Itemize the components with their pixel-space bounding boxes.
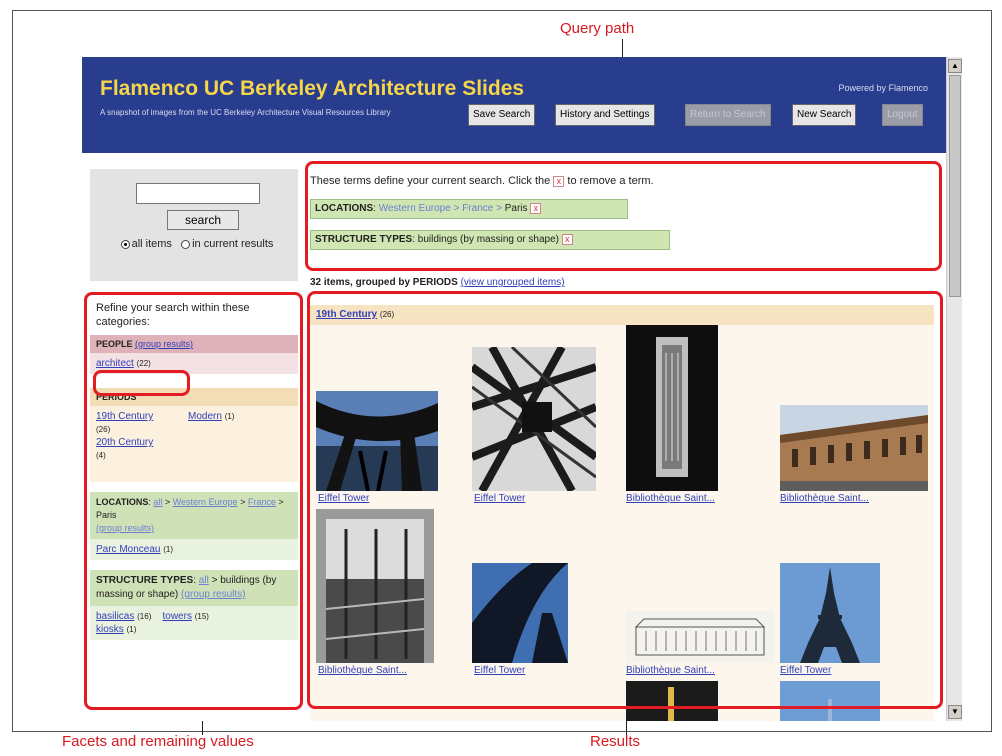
callout-box-architect: [93, 370, 190, 396]
app-title: Flamenco UC Berkeley Architecture Slides: [100, 77, 525, 100]
scroll-thumb[interactable]: [949, 75, 961, 297]
current-results-label: in current results: [192, 238, 274, 250]
scroll-up-arrow-icon[interactable]: ▲: [948, 59, 962, 73]
scroll-down-arrow-icon[interactable]: ▼: [948, 705, 962, 719]
callout-facets: Facets and remaining values: [62, 733, 254, 750]
callout-results: Results: [590, 733, 641, 750]
new-search-button[interactable]: New Search: [792, 104, 857, 126]
search-button[interactable]: search: [167, 210, 239, 230]
all-items-radio[interactable]: [120, 239, 130, 249]
page-scrollbar[interactable]: ▲ ▼: [946, 57, 962, 721]
all-items-label: all items: [131, 238, 172, 250]
search-panel: search all items in current results: [90, 169, 298, 281]
save-search-button[interactable]: Save Search: [468, 104, 536, 126]
callout-box-facets: [84, 292, 303, 710]
callout-box-results: [307, 291, 943, 709]
callout-query-path: Query path: [560, 20, 635, 37]
search-input[interactable]: [136, 183, 260, 204]
app-subtitle: A snapshot of images from the UC Berkele…: [100, 108, 391, 117]
results-count: 32 items, grouped by PERIODS (view ungro…: [310, 277, 565, 288]
search-scope: all items in current results: [102, 237, 292, 251]
view-ungrouped-link[interactable]: (view ungrouped items): [461, 277, 565, 288]
history-settings-button[interactable]: History and Settings: [555, 104, 655, 126]
current-results-radio[interactable]: [181, 239, 191, 249]
return-to-search-button[interactable]: Return to Search: [685, 104, 771, 126]
results-count-text: 32 items, grouped by PERIODS: [310, 277, 458, 288]
logout-button[interactable]: Logout: [882, 104, 923, 126]
callout-box-query-path: [305, 161, 942, 271]
powered-by-link[interactable]: Powered by Flamenco: [838, 83, 928, 93]
app-header: Flamenco UC Berkeley Architecture Slides…: [82, 57, 946, 153]
